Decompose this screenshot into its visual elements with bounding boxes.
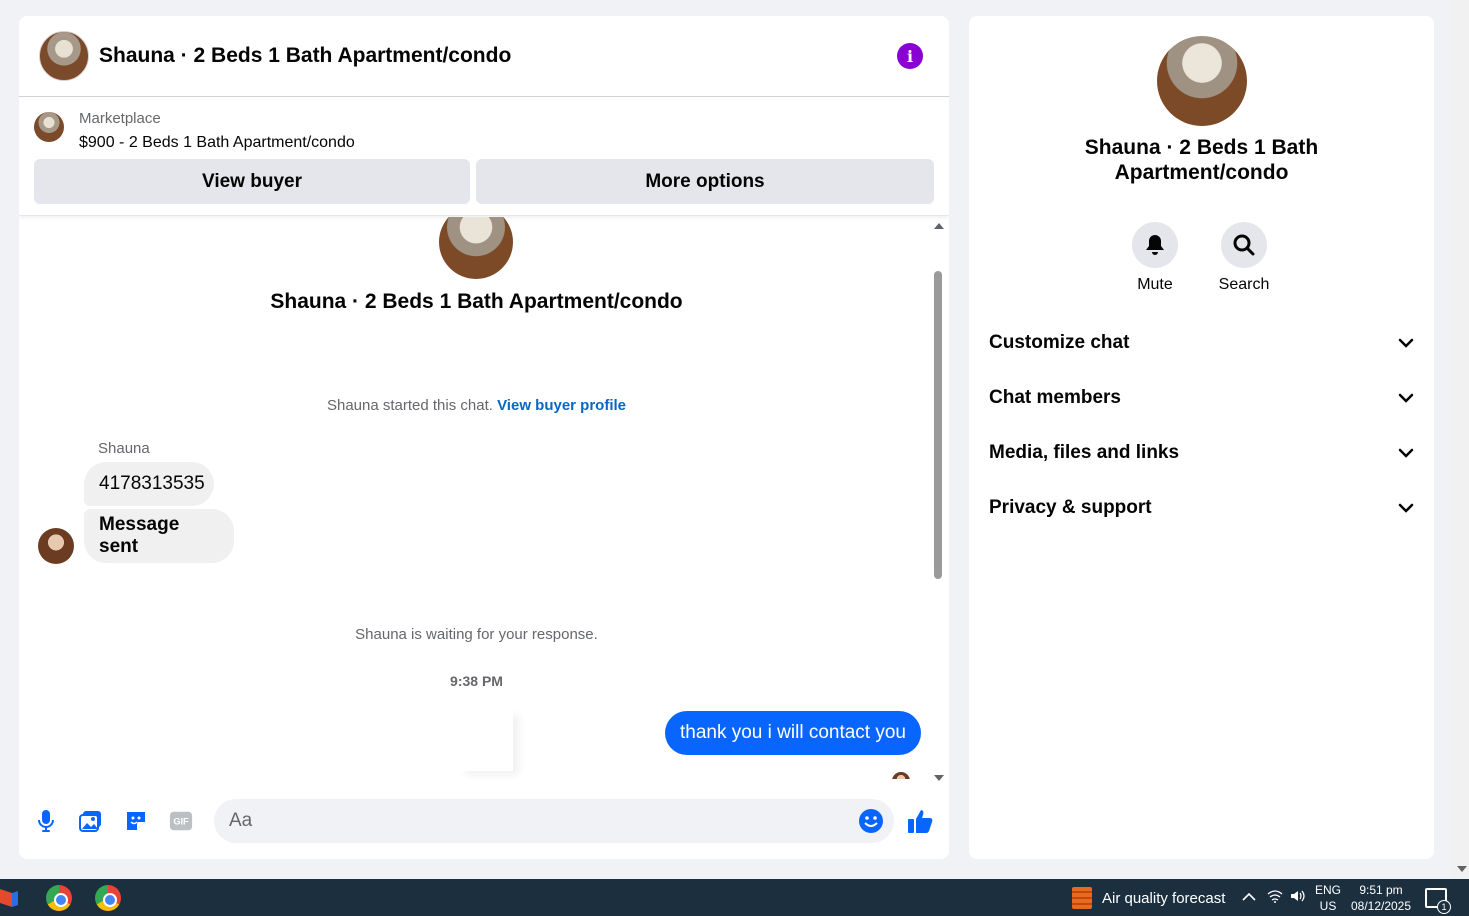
message-input-wrap: [214, 799, 894, 843]
message-list: Shauna · 2 Beds 1 Bath Apartment/condo S…: [19, 217, 949, 779]
page-scrollbar[interactable]: [1452, 0, 1469, 879]
chevron-down-icon: [1398, 393, 1414, 403]
chevron-down-icon: [1398, 503, 1414, 513]
section-label: Customize chat: [989, 332, 1130, 353]
scroll-thumb[interactable]: [934, 271, 942, 579]
scroll-down-arrow[interactable]: [934, 775, 944, 781]
info-avatar[interactable]: [1157, 36, 1247, 126]
weather-widget[interactable]: Air quality forecast: [1072, 887, 1225, 909]
section-privacy-support[interactable]: Privacy & support: [989, 488, 1414, 528]
listing-thumbnail[interactable]: [34, 112, 64, 142]
bell-icon: [1146, 235, 1164, 255]
message-input[interactable]: [229, 799, 829, 843]
section-label: Chat members: [989, 387, 1121, 408]
chat-header: Shauna · 2 Beds 1 Bath Apartment/condo i: [19, 16, 949, 97]
clock-date: 08/12/2025: [1350, 899, 1412, 913]
svg-text:GIF: GIF: [173, 817, 189, 827]
sender-avatar[interactable]: [38, 528, 74, 564]
taskbar: Air quality forecast ENG US 9:51 pm 08/1…: [0, 879, 1469, 916]
weather-text: Air quality forecast: [1102, 889, 1226, 907]
message-scrollbar[interactable]: [931, 221, 945, 781]
chevron-up-icon[interactable]: [1242, 889, 1256, 905]
incoming-message[interactable]: Message sent: [84, 509, 234, 563]
blank-card: [459, 711, 513, 771]
view-buyer-profile-link[interactable]: View buyer profile: [497, 397, 626, 414]
emoji-icon[interactable]: [858, 808, 884, 834]
chrome-icon[interactable]: [46, 885, 72, 911]
start-icon[interactable]: [0, 885, 18, 911]
chat-started-text: Shauna started this chat.: [326, 397, 493, 414]
section-media-files-links[interactable]: Media, files and links: [989, 433, 1414, 473]
message-timestamp: 9:38 PM: [450, 673, 503, 689]
info-title: Shauna · 2 Beds 1 Bath Apartment/condo: [1084, 136, 1319, 184]
photo-icon[interactable]: [79, 809, 103, 833]
waiting-notice: Shauna is waiting for your response.: [355, 626, 598, 643]
chevron-down-icon: [1398, 448, 1414, 458]
chat-title[interactable]: Shauna · 2 Beds 1 Bath Apartment/condo: [99, 44, 511, 68]
gif-icon[interactable]: GIF: [169, 809, 193, 833]
incoming-message[interactable]: 4178313535: [84, 462, 214, 506]
section-label: Privacy & support: [989, 497, 1152, 518]
language-indicator[interactable]: ENG US: [1313, 882, 1343, 914]
region-code: US: [1319, 899, 1337, 913]
chevron-down-icon: [1398, 338, 1414, 348]
view-buyer-button[interactable]: View buyer: [34, 159, 470, 204]
clock[interactable]: 9:51 pm 08/12/2025: [1348, 882, 1414, 914]
microphone-icon[interactable]: [34, 809, 58, 833]
info-icon[interactable]: i: [897, 43, 923, 69]
intro-avatar: [439, 217, 513, 279]
scroll-up-arrow[interactable]: [934, 223, 944, 229]
notification-badge: 1: [1437, 900, 1451, 914]
chrome-icon[interactable]: [95, 885, 121, 911]
section-customize-chat[interactable]: Customize chat: [989, 323, 1414, 363]
chat-info-panel: Shauna · 2 Beds 1 Bath Apartment/condo M…: [969, 16, 1434, 859]
chat-started-notice: Shauna started this chat. View buyer pro…: [19, 397, 934, 414]
search-icon: [1233, 234, 1255, 256]
chat-panel: Shauna · 2 Beds 1 Bath Apartment/condo i…: [19, 16, 949, 859]
language-code: ENG: [1314, 883, 1341, 897]
thumbs-up-icon[interactable]: [907, 807, 935, 835]
section-label: Media, files and links: [989, 442, 1180, 463]
search-icon-wrap[interactable]: [1221, 222, 1267, 268]
message-composer: GIF: [19, 797, 949, 845]
search-button[interactable]: Search: [1209, 222, 1279, 294]
listing-title[interactable]: $900 - 2 Beds 1 Bath Apartment/condo: [79, 134, 355, 152]
air-quality-icon: [1072, 887, 1092, 909]
network-icon[interactable]: [1267, 889, 1283, 906]
search-label: Search: [1218, 276, 1270, 293]
sticker-icon[interactable]: [124, 809, 148, 833]
seen-indicator-avatar: [892, 772, 910, 779]
clock-time: 9:51 pm: [1359, 883, 1403, 897]
volume-icon[interactable]: [1290, 889, 1306, 906]
marketplace-banner: Marketplace $900 - 2 Beds 1 Bath Apartme…: [19, 97, 949, 216]
outgoing-message[interactable]: thank you i will contact you: [664, 711, 921, 755]
listing-avatar[interactable]: [39, 31, 89, 81]
sender-name: Shauna: [98, 440, 150, 457]
mute-button[interactable]: Mute: [1120, 222, 1190, 294]
marketplace-actions: View buyer More options: [34, 159, 934, 204]
intro-title: Shauna · 2 Beds 1 Bath Apartment/condo: [270, 290, 683, 313]
page-scroll-down-arrow[interactable]: [1457, 866, 1467, 872]
marketplace-label: Marketplace: [79, 110, 161, 127]
mute-icon-wrap[interactable]: [1132, 222, 1178, 268]
more-options-button[interactable]: More options: [476, 159, 934, 204]
mute-label: Mute: [1137, 276, 1173, 293]
section-chat-members[interactable]: Chat members: [989, 378, 1414, 418]
